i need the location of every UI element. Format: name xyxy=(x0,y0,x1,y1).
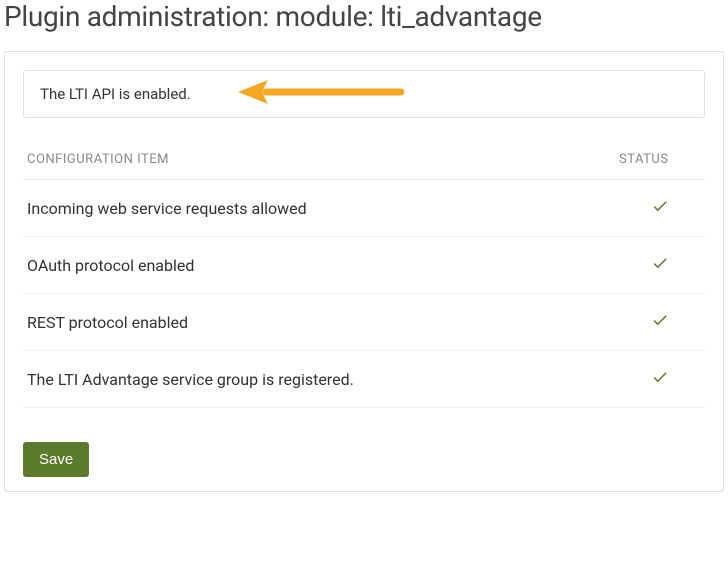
table-row: The LTI Advantage service group is regis… xyxy=(23,351,705,408)
save-button[interactable]: Save xyxy=(23,442,89,477)
check-icon xyxy=(651,371,669,390)
config-item-status xyxy=(615,180,705,237)
config-item-status xyxy=(615,351,705,408)
status-alert-text: The LTI API is enabled. xyxy=(40,85,191,103)
table-row: OAuth protocol enabled xyxy=(23,237,705,294)
check-icon xyxy=(651,200,669,219)
annotation-arrow-icon xyxy=(236,77,406,111)
config-table: CONFIGURATION ITEM STATUS Incoming web s… xyxy=(23,142,705,408)
status-alert: The LTI API is enabled. xyxy=(23,70,705,118)
check-icon xyxy=(651,314,669,333)
config-panel: The LTI API is enabled. CONFIGURATION IT… xyxy=(4,51,724,492)
form-actions: Save xyxy=(23,442,705,477)
config-item-status xyxy=(615,237,705,294)
col-header-status: STATUS xyxy=(615,142,705,180)
config-item-label: OAuth protocol enabled xyxy=(23,237,615,294)
config-item-label: REST protocol enabled xyxy=(23,294,615,351)
config-item-label: Incoming web service requests allowed xyxy=(23,180,615,237)
check-icon xyxy=(651,257,669,276)
config-item-label: The LTI Advantage service group is regis… xyxy=(23,351,615,408)
table-row: Incoming web service requests allowed xyxy=(23,180,705,237)
col-header-item: CONFIGURATION ITEM xyxy=(23,142,615,180)
config-item-status xyxy=(615,294,705,351)
page-title: Plugin administration: module: lti_advan… xyxy=(0,0,728,51)
table-row: REST protocol enabled xyxy=(23,294,705,351)
